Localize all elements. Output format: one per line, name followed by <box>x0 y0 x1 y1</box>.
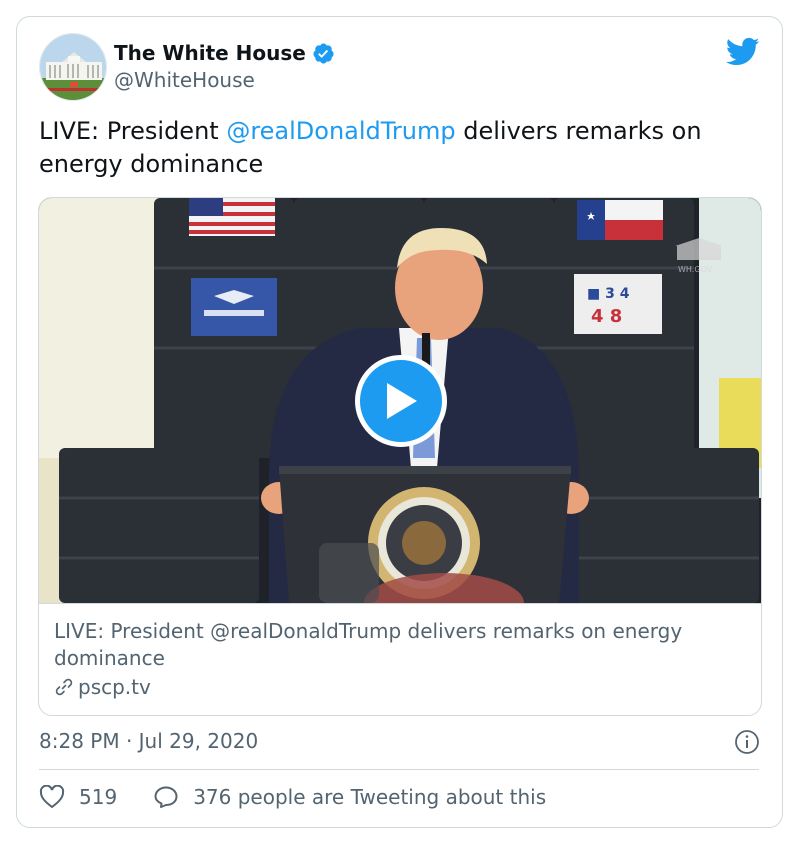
media-card[interactable]: ■ 3 4 4 8 WH.GOV LIVE: President @realDo… <box>38 197 762 716</box>
action-bar: 519 376 people are Tweeting about this <box>39 785 546 809</box>
verified-badge-icon <box>313 42 334 64</box>
mention-link[interactable]: @realDonaldTrump <box>226 117 455 145</box>
divider <box>39 769 759 770</box>
author-block: The White House @WhiteHouse <box>114 41 335 92</box>
like-count: 519 <box>79 785 118 809</box>
info-icon[interactable] <box>734 729 760 755</box>
play-icon <box>387 383 417 419</box>
watermark-text: WH.GOV <box>678 265 713 274</box>
link-icon <box>55 678 73 696</box>
avatar[interactable] <box>39 33 107 101</box>
heart-icon <box>39 785 65 809</box>
card-title: LIVE: President @realDonaldTrump deliver… <box>54 619 683 670</box>
tweet-embed-card: The White House @WhiteHouse LIVE: Presid… <box>16 16 783 828</box>
author-handle[interactable]: @WhiteHouse <box>114 68 335 92</box>
conversation-text: 376 people are Tweeting about this <box>193 785 547 809</box>
author-name[interactable]: The White House <box>114 41 306 65</box>
card-link[interactable]: pscp.tv <box>54 675 748 699</box>
svg-text:4 8: 4 8 <box>591 306 622 327</box>
card-domain: pscp.tv <box>78 675 151 699</box>
play-button[interactable] <box>355 355 447 447</box>
tweet-text: LIVE: President @realDonaldTrump deliver… <box>39 115 759 181</box>
card-body[interactable]: LIVE: President @realDonaldTrump deliver… <box>39 603 761 715</box>
svg-text:■ 3 4: ■ 3 4 <box>587 286 630 302</box>
like-button[interactable]: 519 <box>39 785 117 809</box>
twitter-bird-icon[interactable] <box>726 37 760 67</box>
speech-bubble-icon <box>154 786 178 808</box>
tweet-text-prefix: LIVE: President <box>39 117 227 145</box>
tweet-timestamp[interactable]: 8:28 PM · Jul 29, 2020 <box>39 729 258 753</box>
conversation-link[interactable]: 376 people are Tweeting about this <box>153 785 546 809</box>
video-thumbnail[interactable]: ■ 3 4 4 8 WH.GOV <box>39 198 761 603</box>
